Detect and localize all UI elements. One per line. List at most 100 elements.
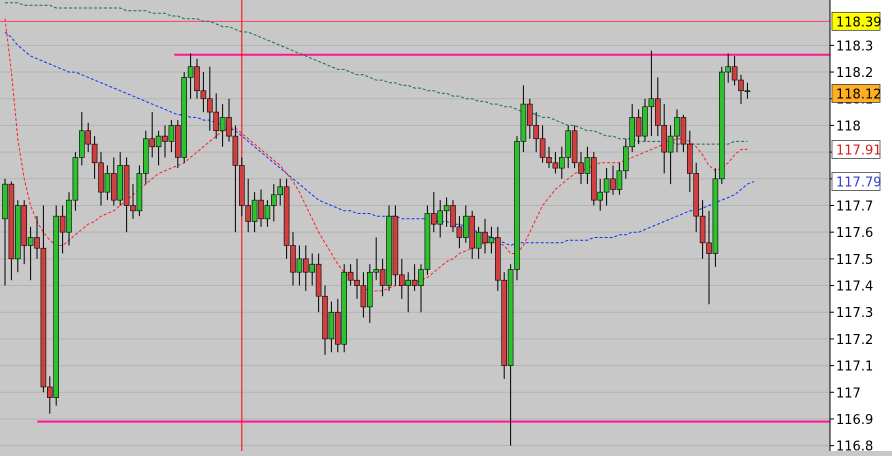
candle	[53, 205, 60, 406]
price-badge-label: 118.12	[836, 87, 882, 102]
candle-body-up	[296, 258, 303, 273]
candle-body-down	[526, 103, 533, 126]
candle-body-up	[603, 178, 610, 193]
candle	[424, 205, 431, 275]
candle-body-down	[392, 215, 399, 276]
candle-body-down	[546, 157, 552, 164]
candle-body-down	[302, 258, 309, 273]
candlestick-chart-svg: 118.3118.2118.1118117.9117.8117.7117.611…	[0, 0, 892, 455]
candle-body-up	[79, 130, 85, 158]
axis-tick-label: 117.4	[836, 280, 873, 295]
candle-body-down	[661, 125, 668, 153]
candle-body-down	[590, 157, 597, 201]
candle-body-up	[725, 66, 732, 73]
candle-body-down	[98, 162, 104, 193]
candle-body-down	[232, 135, 239, 166]
candle-body-up	[744, 90, 751, 93]
axis-tick-label: 117.7	[836, 199, 873, 214]
price-badge: 117.91	[831, 140, 882, 159]
candle-body-up	[667, 135, 674, 153]
candle-body-down	[149, 138, 155, 148]
candle-body-up	[155, 135, 162, 148]
candle-body-down	[347, 271, 354, 281]
axis-tick-label: 117.6	[836, 226, 873, 241]
candle-body-up	[437, 210, 444, 225]
candle-body-down	[578, 162, 584, 174]
candle-body-down	[46, 386, 53, 398]
candle-body-down	[354, 279, 360, 286]
candle-body-up	[622, 146, 629, 172]
candle-body-down	[226, 117, 232, 137]
axis-tick-label: 116.9	[836, 413, 873, 428]
candle-body-up	[27, 237, 34, 246]
axis-tick-label: 117.3	[836, 306, 873, 321]
candle-body-down	[315, 263, 322, 297]
candle-body-down	[85, 130, 91, 145]
candle-body-up	[15, 205, 21, 260]
candle-body-up	[488, 237, 495, 244]
candle-body-down	[635, 117, 642, 137]
price-badge: 118.12	[831, 84, 882, 103]
candle-body-down	[322, 295, 328, 340]
candle-body-down	[290, 245, 296, 273]
price-badge-label: 117.79	[836, 175, 882, 190]
candle-body-down	[111, 173, 117, 201]
candle-body-down	[469, 215, 476, 249]
candle-body-up	[168, 125, 175, 142]
candle-body-down	[699, 215, 706, 244]
price-badge: 118.39	[831, 11, 882, 31]
candle-body-up	[616, 170, 623, 190]
candle-body-up	[143, 138, 149, 174]
candle-body-up	[674, 117, 680, 137]
candle-body-up	[584, 157, 591, 174]
axis-tick-label: 118.2	[836, 66, 873, 81]
candle-body-up	[405, 279, 412, 286]
price-badge-label: 117.91	[836, 143, 882, 158]
candle-body-down	[693, 173, 700, 217]
candle-body-down	[175, 125, 181, 158]
candle-body-up	[373, 269, 380, 273]
axis-tick-label: 117	[836, 386, 861, 401]
candle-body-down	[450, 205, 456, 228]
candle-body-up	[642, 106, 648, 137]
candle-body-up	[558, 157, 565, 169]
candle-body-down	[334, 311, 341, 345]
candle-body-down	[21, 205, 28, 246]
candle-body-up	[443, 205, 450, 212]
candle-body-down	[123, 165, 130, 206]
candle-body-down	[379, 269, 386, 286]
candle-body-up	[648, 98, 655, 108]
candle-body-up	[2, 183, 8, 220]
candle-body-down	[686, 143, 693, 174]
candle-body-down	[283, 186, 290, 246]
candle-body-up	[328, 311, 335, 340]
candle-body-down	[34, 237, 40, 249]
candle-body-up	[565, 130, 572, 158]
candle-body-up	[104, 173, 111, 193]
candle-body-down	[482, 231, 488, 244]
candle-body-down	[680, 117, 687, 145]
candle-body-down	[162, 135, 168, 142]
candle	[718, 66, 725, 185]
candle	[571, 125, 578, 169]
axis-tick-label: 118.3	[836, 39, 873, 54]
candle-body-up	[712, 178, 719, 254]
candle	[386, 205, 392, 291]
candle-body-up	[366, 271, 373, 308]
candle-body-down	[533, 125, 540, 140]
candle-body-down	[610, 178, 616, 190]
candle-body-up	[309, 263, 316, 273]
candle-body-down	[501, 279, 508, 366]
candle-body-down	[430, 213, 437, 225]
candle	[392, 205, 399, 286]
candle-body-down	[245, 205, 251, 222]
candle-body-down	[654, 98, 661, 126]
candle-body-up	[187, 66, 194, 78]
candle-body-up	[629, 117, 636, 148]
candle-body-down	[552, 162, 559, 169]
candle-body-down	[494, 237, 501, 281]
candle-body-down	[539, 138, 546, 158]
axis-tick-label: 116.8	[836, 440, 873, 451]
plot-background	[0, 0, 830, 451]
candle-body-up	[514, 141, 520, 270]
